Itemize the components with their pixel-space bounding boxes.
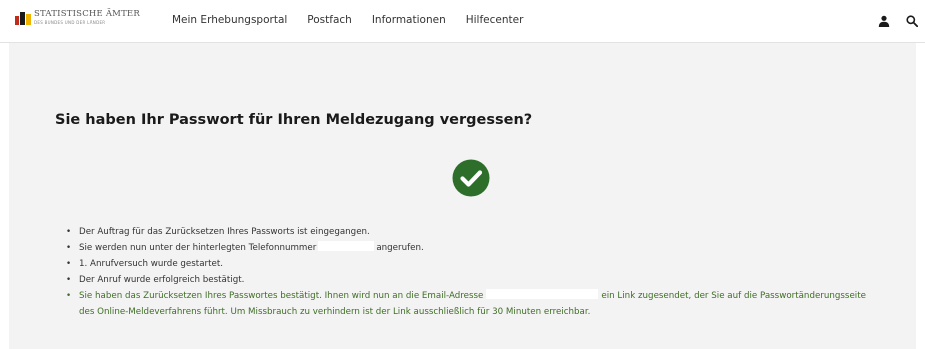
status-message-text: 1. Anrufversuch wurde gestartet. <box>79 259 224 269</box>
status-message-text: angerufen. <box>376 243 424 253</box>
status-message-text: Der Anruf wurde erfolgreich bestätigt. <box>79 275 245 285</box>
logo-title: STATISTISCHE ÄMTER <box>34 9 140 19</box>
search-icon[interactable] <box>906 15 918 27</box>
nav-item-informationen[interactable]: Informationen <box>372 14 446 26</box>
logo-subtitle: DES BUNDES UND DER LÄNDER <box>34 19 106 25</box>
main-navigation: Mein Erhebungsportal Postfach Informatio… <box>172 14 543 26</box>
logo-text: STATISTISCHE ÄMTER DES BUNDES UND DER LÄ… <box>34 10 140 25</box>
status-message-phone-call: Sie werden nun unter der hinterlegten Te… <box>62 240 882 256</box>
page-title: Sie haben Ihr Passwort für Ihren Meldezu… <box>55 112 533 128</box>
status-message-text: Sie haben das Zurücksetzen Ihres Passwor… <box>79 291 484 301</box>
nav-item-hilfecenter[interactable]: Hilfecenter <box>466 14 524 26</box>
status-message-text: Sie werden nun unter der hinterlegten Te… <box>79 243 317 253</box>
redacted-phone-number <box>318 241 375 251</box>
check-circle-icon <box>452 159 490 197</box>
logo-bars-icon <box>15 10 31 25</box>
top-navigation-bar: STATISTISCHE ÄMTER DES BUNDES UND DER LÄ… <box>0 0 925 43</box>
status-message-call-attempt: 1. Anrufversuch wurde gestartet. <box>62 256 882 272</box>
status-message-list: Der Auftrag für das Zurücksetzen Ihres P… <box>62 224 882 320</box>
nav-item-postfach[interactable]: Postfach <box>307 14 352 26</box>
status-message-order-received: Der Auftrag für das Zurücksetzen Ihres P… <box>62 224 882 240</box>
redacted-email-address <box>486 289 599 299</box>
statistische-aemter-logo[interactable]: STATISTISCHE ÄMTER DES BUNDES UND DER LÄ… <box>15 10 140 25</box>
user-icon[interactable] <box>878 15 890 27</box>
status-message-call-confirmed: Der Anruf wurde erfolgreich bestätigt. <box>62 272 882 288</box>
content-area: Sie haben Ihr Passwort für Ihren Meldezu… <box>9 43 916 349</box>
status-message-text: Der Auftrag für das Zurücksetzen Ihres P… <box>79 227 370 237</box>
nav-item-mein-erhebungsportal[interactable]: Mein Erhebungsportal <box>172 14 287 26</box>
status-message-reset-link-sent: Sie haben das Zurücksetzen Ihres Passwor… <box>62 288 882 320</box>
